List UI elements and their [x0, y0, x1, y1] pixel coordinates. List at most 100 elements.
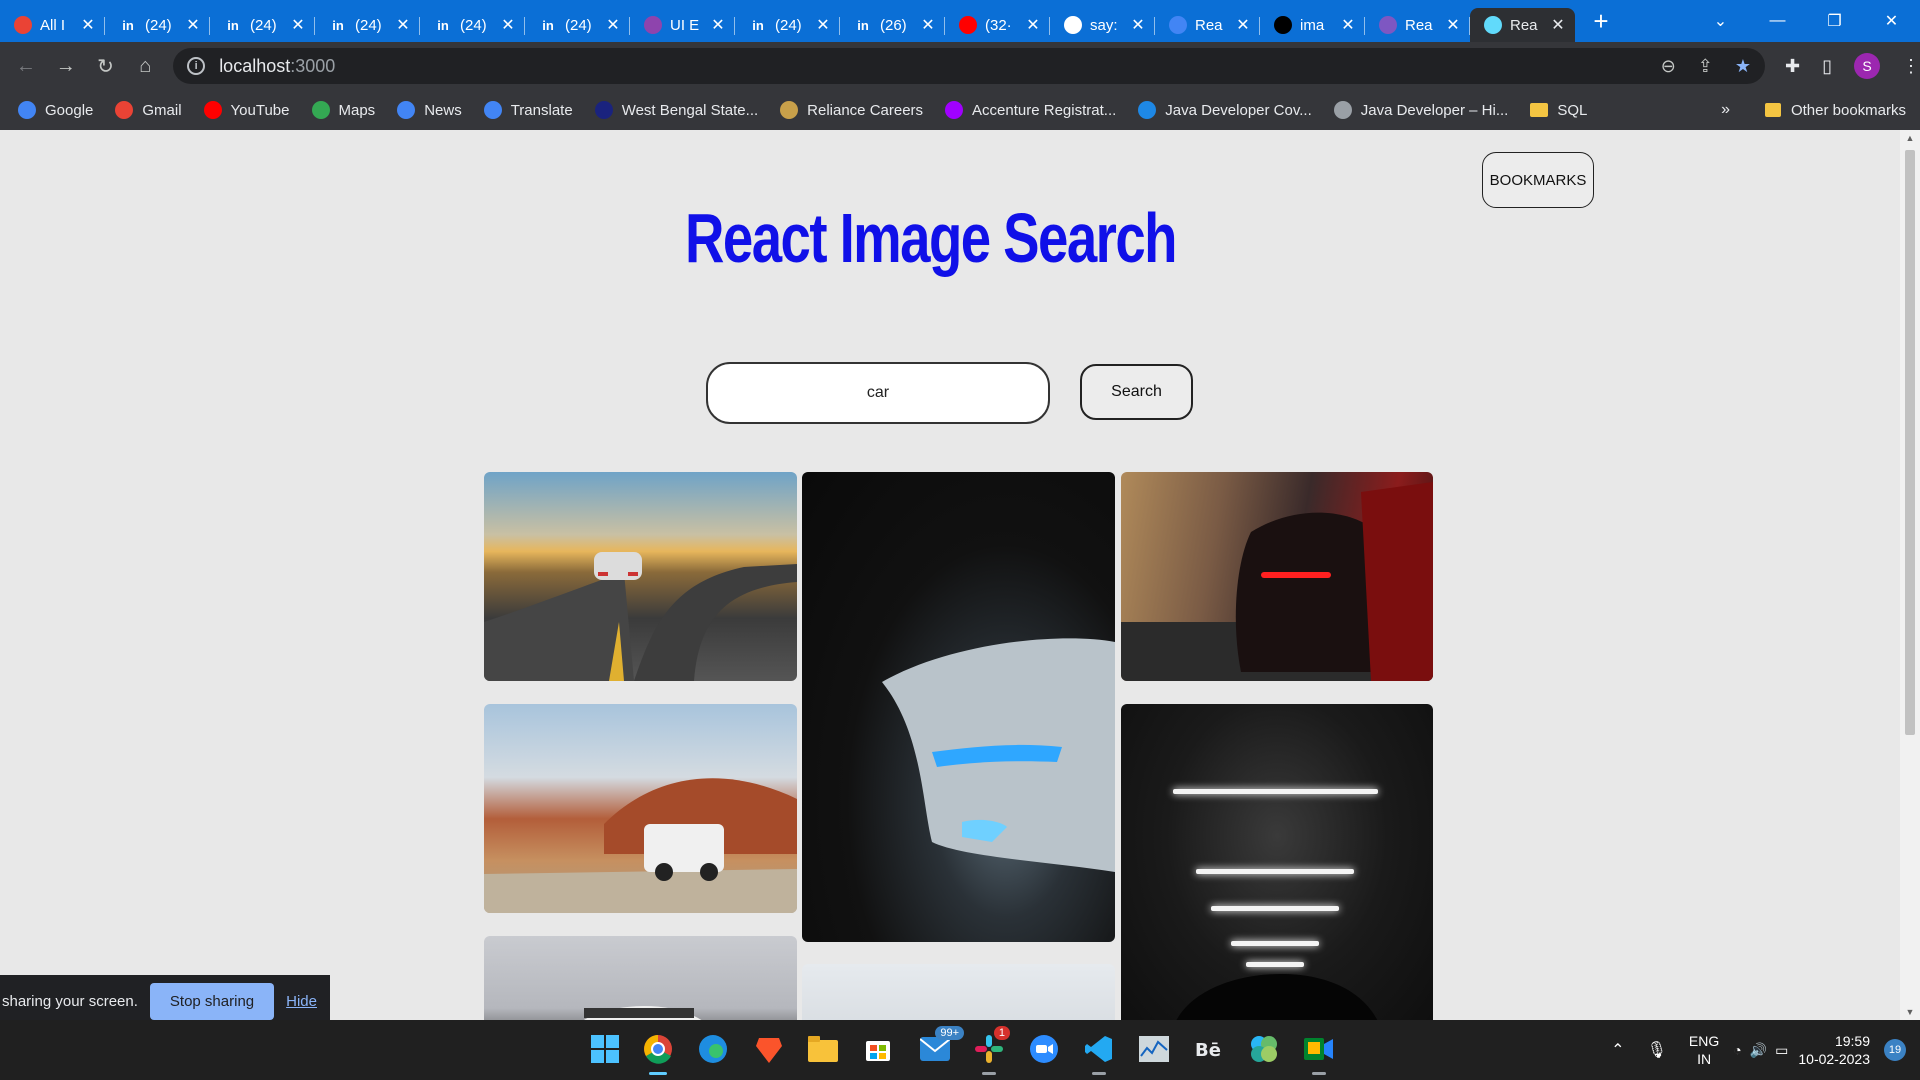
close-tab-icon[interactable]: ✕: [604, 15, 622, 35]
mail-icon[interactable]: 99+: [918, 1026, 964, 1066]
result-image-car-sky[interactable]: [802, 964, 1115, 1020]
close-tab-icon[interactable]: ✕: [1444, 15, 1462, 35]
language-indicator[interactable]: ENG IN: [1689, 1032, 1719, 1068]
browser-tab[interactable]: UI E ✕: [630, 8, 735, 42]
home-button[interactable]: ⌂: [125, 55, 165, 78]
bookmark-item[interactable]: Translate: [483, 101, 573, 119]
wifi-icon[interactable]: ◔: [1733, 1042, 1741, 1058]
browser-tab[interactable]: ima ✕: [1260, 8, 1365, 42]
notifications-badge[interactable]: 19: [1884, 1039, 1906, 1061]
file-explorer-icon[interactable]: [806, 1032, 840, 1066]
browser-tab[interactable]: in (24) ✕: [525, 8, 630, 42]
resource-monitor-icon[interactable]: [1137, 1032, 1171, 1066]
close-tab-icon[interactable]: ✕: [1234, 15, 1252, 35]
edge-icon[interactable]: [696, 1032, 730, 1066]
chrome-icon[interactable]: [641, 1032, 675, 1075]
browser-tab[interactable]: Rea ✕: [1365, 8, 1470, 42]
slack-icon[interactable]: 1: [972, 1026, 1010, 1075]
zoom-icon[interactable]: [1027, 1032, 1061, 1066]
meet-icon[interactable]: [1302, 1032, 1336, 1075]
browser-tab[interactable]: (32· ✕: [945, 8, 1050, 42]
forward-button[interactable]: →: [46, 55, 86, 78]
extensions-icon[interactable]: ✚: [1785, 56, 1800, 77]
volume-icon[interactable]: 🔊: [1750, 1042, 1767, 1059]
browser-tab[interactable]: in (24) ✕: [420, 8, 525, 42]
restore-button[interactable]: ❐: [1806, 11, 1863, 31]
result-image-garage-car[interactable]: [1121, 704, 1433, 1020]
bookmark-item[interactable]: News: [397, 101, 462, 119]
close-tab-icon[interactable]: ✕: [394, 15, 412, 35]
other-bookmarks[interactable]: Other bookmarks: [1764, 102, 1906, 119]
bookmark-item[interactable]: SQL: [1530, 102, 1587, 119]
browser-tab[interactable]: in (24) ✕: [315, 8, 420, 42]
address-bar[interactable]: i localhost:3000 ⊖ ⇪ ★: [173, 48, 1766, 84]
close-tab-icon[interactable]: ✕: [289, 15, 307, 35]
browser-tab[interactable]: All I ✕: [0, 8, 105, 42]
minimize-button[interactable]: —: [1749, 12, 1806, 30]
windows-start-icon[interactable]: [588, 1032, 622, 1066]
bookmark-star-icon[interactable]: ★: [1735, 56, 1751, 77]
battery-icon[interactable]: ▭: [1775, 1042, 1788, 1059]
browser-tab[interactable]: Rea ✕: [1155, 8, 1260, 42]
site-info-icon[interactable]: i: [187, 57, 206, 75]
browser-tab[interactable]: in (24) ✕: [210, 8, 315, 42]
brave-icon[interactable]: [752, 1032, 786, 1066]
hide-share-bar-link[interactable]: Hide: [286, 993, 317, 1010]
scroll-down-icon[interactable]: ▼: [1900, 1007, 1920, 1017]
search-button[interactable]: Search: [1080, 364, 1193, 420]
tab-search-icon[interactable]: ⌄: [1692, 11, 1749, 31]
close-tab-icon[interactable]: ✕: [79, 15, 97, 35]
clock[interactable]: 19:59 10-02-2023: [1798, 1032, 1870, 1068]
search-input[interactable]: [706, 362, 1050, 424]
bookmark-item[interactable]: Accenture Registrat...: [945, 101, 1116, 119]
result-image-suv-desert[interactable]: [484, 704, 797, 913]
browser-tab[interactable]: in (24) ✕: [105, 8, 210, 42]
bookmark-item[interactable]: Java Developer Cov...: [1138, 101, 1312, 119]
new-tab-button[interactable]: +: [1581, 6, 1621, 37]
browser-tab[interactable]: in (26) ✕: [840, 8, 945, 42]
close-tab-icon[interactable]: ✕: [814, 15, 832, 35]
bookmark-item[interactable]: West Bengal State...: [594, 101, 758, 119]
close-tab-icon[interactable]: ✕: [1024, 15, 1042, 35]
close-tab-icon[interactable]: ✕: [1339, 15, 1357, 35]
result-image-red-car[interactable]: [1121, 472, 1433, 681]
close-tab-icon[interactable]: ✕: [1549, 15, 1567, 35]
scroll-up-icon[interactable]: ▲: [1900, 133, 1920, 143]
bookmark-item[interactable]: Reliance Careers: [780, 101, 923, 119]
microsoft-store-icon[interactable]: [861, 1032, 895, 1066]
close-tab-icon[interactable]: ✕: [919, 15, 937, 35]
browser-tab[interactable]: say: ✕: [1050, 8, 1155, 42]
bookmark-item[interactable]: Google: [18, 101, 93, 119]
zoom-icon[interactable]: ⊖: [1661, 56, 1676, 77]
side-panel-icon[interactable]: ▯: [1822, 56, 1832, 77]
result-image-road-car[interactable]: [484, 472, 797, 681]
vscode-icon[interactable]: [1082, 1032, 1116, 1075]
close-tab-icon[interactable]: ✕: [709, 15, 727, 35]
photos-icon[interactable]: [1247, 1032, 1281, 1066]
bookmark-item[interactable]: Maps: [311, 101, 375, 119]
profile-avatar[interactable]: S: [1854, 53, 1881, 79]
bookmark-item[interactable]: Java Developer – Hi...: [1333, 101, 1508, 119]
behance-icon[interactable]: Bē: [1192, 1032, 1226, 1066]
result-image-headlight-car[interactable]: [802, 472, 1115, 942]
close-tab-icon[interactable]: ✕: [184, 15, 202, 35]
stop-sharing-button[interactable]: Stop sharing: [149, 982, 275, 1020]
share-icon[interactable]: ⇪: [1698, 56, 1713, 77]
chevron-up-icon[interactable]: ⌃: [1611, 1040, 1624, 1060]
bookmark-item[interactable]: Gmail: [115, 101, 182, 119]
browser-tab[interactable]: Rea ✕: [1470, 8, 1575, 42]
result-image-white-car[interactable]: [484, 936, 797, 1020]
bookmark-item[interactable]: YouTube: [203, 101, 290, 119]
close-window-button[interactable]: ✕: [1863, 11, 1920, 31]
menu-icon[interactable]: ⋮: [1902, 56, 1920, 77]
scrollbar-thumb[interactable]: [1905, 150, 1915, 735]
back-button[interactable]: ←: [6, 55, 46, 78]
page-scrollbar[interactable]: ▲ ▼: [1900, 130, 1920, 1020]
close-tab-icon[interactable]: ✕: [499, 15, 517, 35]
browser-tab[interactable]: in (24) ✕: [735, 8, 840, 42]
close-tab-icon[interactable]: ✕: [1129, 15, 1147, 35]
reload-button[interactable]: ↻: [86, 54, 126, 79]
microphone-icon[interactable]: 🎙: [1647, 1040, 1667, 1060]
more-bookmarks-button[interactable]: »: [1721, 101, 1730, 119]
gmail-icon: [14, 16, 32, 34]
